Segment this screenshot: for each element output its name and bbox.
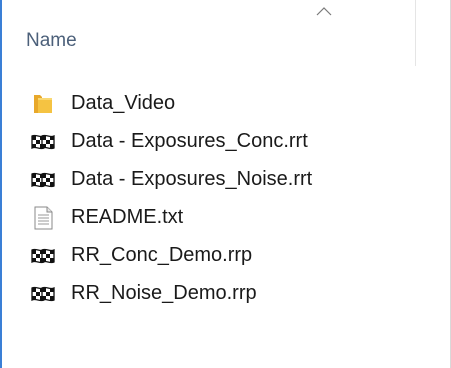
list-item[interactable]: Data - Exposures_Noise.rrt [0, 162, 420, 200]
text-file-icon [34, 206, 53, 230]
column-divider[interactable] [415, 0, 416, 66]
file-name: Data - Exposures_Noise.rrt [71, 168, 313, 190]
file-list: Data_Video Data - Exposures_Conc.rrt Dat… [0, 86, 450, 314]
list-item[interactable]: README.txt [0, 200, 420, 238]
folder-icon [34, 95, 52, 113]
sort-ascending-icon[interactable] [316, 6, 332, 16]
column-header-row: Name [0, 0, 450, 66]
checkered-flag-icon [31, 248, 55, 264]
checkered-flag-icon [31, 172, 55, 188]
checkered-flag-icon [31, 134, 55, 150]
file-name: RR_Noise_Demo.rrp [71, 282, 257, 304]
name-column-header[interactable]: Name [26, 30, 77, 52]
file-name: Data_Video [71, 92, 176, 114]
file-name: README.txt [71, 206, 184, 228]
file-name: RR_Conc_Demo.rrp [71, 244, 253, 266]
list-item[interactable]: Data_Video [0, 86, 420, 124]
file-explorer-window: Name Data_Video Data - Exposures_Conc.rr… [0, 0, 451, 368]
list-item[interactable]: RR_Noise_Demo.rrp [0, 276, 420, 314]
list-item[interactable]: RR_Conc_Demo.rrp [0, 238, 420, 276]
file-name: Data - Exposures_Conc.rrt [71, 130, 308, 152]
checkered-flag-icon [31, 286, 55, 302]
list-item[interactable]: Data - Exposures_Conc.rrt [0, 124, 420, 162]
